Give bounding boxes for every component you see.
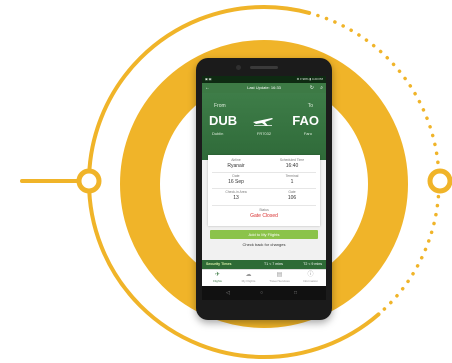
- status-right-info: ⚙ ▾ 98% ▮ 4:20 PM: [296, 77, 323, 81]
- tab-label: Flights: [213, 279, 222, 283]
- phone-speaker: [250, 66, 278, 69]
- t1-security-time: T1 < 7 mins: [264, 262, 283, 266]
- plane-tab-icon: ✈: [214, 272, 221, 278]
- airplane-icon: [252, 113, 274, 130]
- divider: [212, 172, 316, 173]
- my-flights-tab-icon: ☁: [245, 272, 252, 278]
- gate-label: Gate: [288, 190, 296, 194]
- date-cell: Date 16 Sep: [208, 174, 264, 185]
- to-label: To: [307, 103, 313, 109]
- gate-cell: Gate 106: [264, 190, 320, 201]
- last-update-title: Last Update: 16:33: [247, 85, 281, 90]
- recents-nav-icon[interactable]: □: [294, 286, 297, 300]
- status-value: Gate Closed: [250, 213, 278, 219]
- terminal-cell: Terminal 1: [264, 174, 320, 185]
- status-cell: Status Gate Closed: [236, 208, 292, 219]
- flight-details-card: Airline Ryanair Scheduled Time 16:40 Dat…: [208, 155, 320, 226]
- home-nav-icon[interactable]: ○: [260, 286, 263, 300]
- security-times-label: Security Times: [206, 262, 232, 266]
- airline-cell: Airline Ryanair: [208, 158, 264, 169]
- status-left-icons: ▣ ▣: [205, 77, 212, 81]
- android-nav-bar: ◁ ○ □: [202, 286, 326, 300]
- tab-my-flights[interactable]: ☁ My Flights: [233, 272, 264, 284]
- back-nav-icon[interactable]: ◁: [226, 286, 230, 300]
- front-camera: [236, 65, 241, 70]
- search-icon[interactable]: ⌕: [320, 83, 323, 93]
- checkin-cell: Check-in Area 13: [208, 190, 264, 201]
- status-label: Status: [259, 208, 269, 212]
- tab-travel-services[interactable]: ▤ Travel Services: [264, 272, 295, 284]
- airline-label: Airline: [231, 158, 241, 162]
- flight-number: FR7032: [256, 131, 272, 136]
- tab-label: My Flights: [241, 279, 256, 283]
- phone-device: ▣ ▣ ⚙ ▾ 98% ▮ 4:20 PM ← Last Update: 16:…: [196, 58, 332, 320]
- scheduled-time-label: Scheduled Time: [279, 158, 305, 162]
- divider: [212, 205, 316, 206]
- gate-value: 106: [287, 195, 297, 201]
- from-label: From: [214, 103, 226, 109]
- checkin-value: 13: [233, 195, 239, 201]
- app-screen: ▣ ▣ ⚙ ▾ 98% ▮ 4:20 PM ← Last Update: 16:…: [202, 76, 326, 300]
- scheduled-time-cell: Scheduled Time 16:40: [264, 158, 320, 169]
- right-node: [427, 168, 452, 194]
- refresh-icon[interactable]: ↻: [310, 83, 314, 93]
- app-bar: ← Last Update: 16:33 ↻ ⌕: [202, 83, 326, 93]
- scheduled-time-value: 16:40: [285, 163, 299, 169]
- info-tab-icon: ⓘ: [307, 272, 314, 278]
- terminal-label: Terminal: [285, 174, 299, 178]
- destination-code: FAO: [292, 113, 319, 128]
- airline-value: Ryanair: [227, 163, 245, 169]
- terminal-value: 1: [290, 179, 294, 185]
- divider: [212, 188, 316, 189]
- check-back-text: Check back for changes: [242, 242, 286, 247]
- t2-security-time: T2 < 9 mins: [303, 262, 322, 266]
- tab-flights[interactable]: ✈ Flights: [202, 272, 233, 284]
- security-times-bar[interactable]: Security Times T1 < 7 mins T2 < 9 mins: [202, 260, 326, 269]
- left-node: [76, 168, 102, 194]
- bottom-tab-bar: ✈ Flights ☁ My Flights ▤ Travel Services…: [202, 269, 326, 287]
- services-tab-icon: ▤: [276, 272, 283, 278]
- tab-information[interactable]: ⓘ Information: [295, 272, 326, 284]
- add-to-my-flights-button[interactable]: Add to My Flights: [210, 230, 318, 239]
- flight-route-header: From To DUB FAO Dublin Faro FR7032: [202, 93, 326, 160]
- date-label: Date: [232, 174, 240, 178]
- date-value: 16 Sep: [228, 179, 244, 185]
- tab-label: Travel Services: [269, 279, 290, 283]
- tab-label: Information: [302, 279, 318, 283]
- origin-code: DUB: [209, 113, 238, 128]
- checkin-label: Check-in Area: [225, 190, 247, 194]
- status-bar: ▣ ▣ ⚙ ▾ 98% ▮ 4:20 PM: [202, 76, 326, 83]
